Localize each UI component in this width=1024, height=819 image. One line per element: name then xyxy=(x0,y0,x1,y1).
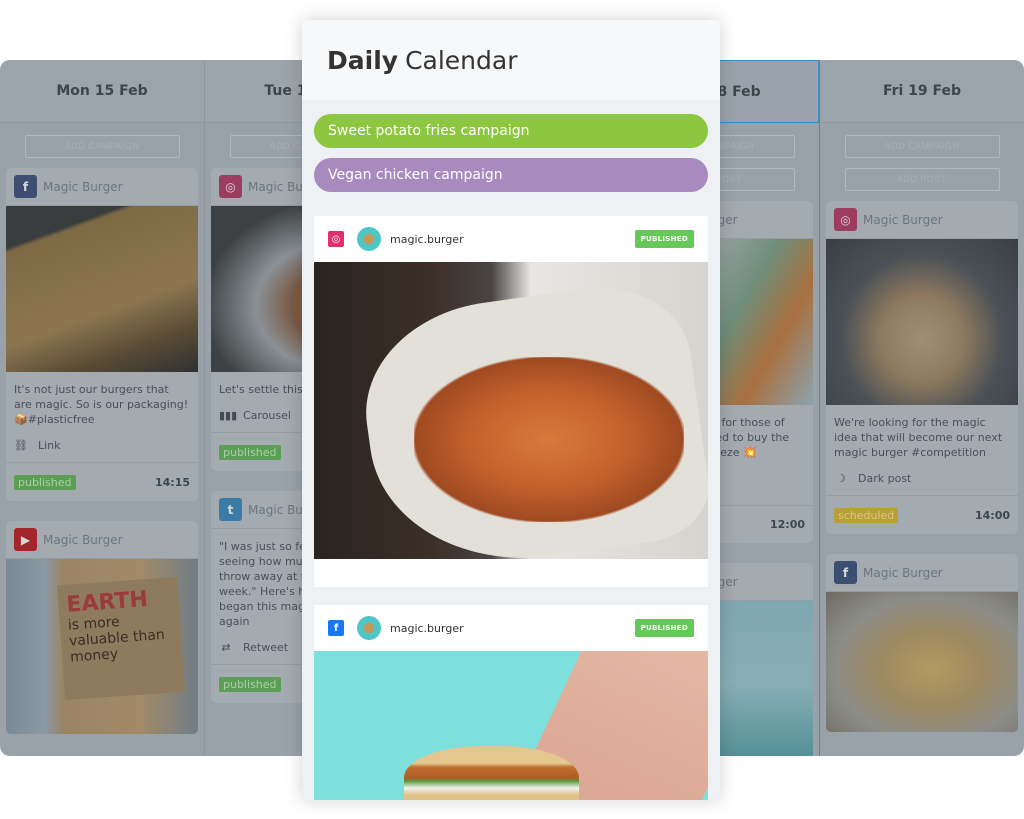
post-card[interactable]: ◎ Magic Burger We're looking for the mag… xyxy=(826,201,1018,534)
post-card[interactable]: f Magic Burger It's not just our burgers… xyxy=(6,168,198,501)
post-type-label: Carousel xyxy=(243,409,291,422)
twitter-icon: t xyxy=(219,498,242,521)
post-image xyxy=(826,592,1018,732)
account-name: Magic Burger xyxy=(43,179,123,194)
post-image xyxy=(314,651,708,800)
account-name: Magic Burger xyxy=(863,565,943,580)
instagram-icon: ◎ xyxy=(219,175,242,198)
day-header: Fri 19 Feb xyxy=(820,60,1024,123)
day-column-mon: Mon 15 Feb ADD CAMPAIGN f Magic Burger I… xyxy=(0,60,205,756)
post-time: 12:00 xyxy=(769,518,805,531)
title-rest: Calendar xyxy=(405,45,518,75)
sign-line: valuable than money xyxy=(68,626,166,666)
facebook-icon: f xyxy=(14,175,37,198)
day-header: Mon 15 Feb xyxy=(0,60,204,123)
status-badge: PUBLISHED xyxy=(634,230,694,248)
add-campaign-button[interactable]: ADD CAMPAIGN xyxy=(844,135,1000,158)
post-time: 14:15 xyxy=(154,475,190,489)
feed-post-card[interactable]: ◎ magic.burger PUBLISHED xyxy=(314,216,708,587)
status-badge: scheduled xyxy=(834,507,899,523)
post-text: We're looking for the magic idea that wi… xyxy=(834,416,1003,459)
post-card[interactable]: ▶ Magic Burger EARTH is more valuable th… xyxy=(6,521,198,734)
post-text: It's not just our burgers that are magic… xyxy=(14,383,189,426)
status-badge: published xyxy=(219,444,281,460)
facebook-icon: f xyxy=(328,620,344,636)
link-icon: ⛓ xyxy=(14,439,28,452)
account-name: Magic Burger xyxy=(43,532,123,547)
add-campaign-button[interactable]: ADD CAMPAIGN xyxy=(24,135,180,158)
instagram-icon: ◎ xyxy=(834,208,857,231)
add-post-button[interactable]: ADD POST xyxy=(844,168,1000,191)
avatar xyxy=(357,616,381,640)
account-name: Magic Burger xyxy=(863,212,943,227)
title-bold: Daily xyxy=(327,45,399,75)
post-image xyxy=(826,239,1018,405)
avatar xyxy=(357,227,381,251)
post-image xyxy=(6,206,198,372)
page-title: Daily Calendar xyxy=(302,20,720,100)
status-badge: PUBLISHED xyxy=(634,619,694,637)
username: magic.burger xyxy=(390,232,464,246)
status-badge: published xyxy=(14,474,76,490)
day-column-fri: Fri 19 Feb ADD CAMPAIGN ADD POST ◎ Magic… xyxy=(820,60,1024,756)
facebook-icon: f xyxy=(834,561,857,584)
username: magic.burger xyxy=(390,621,464,635)
feed-post-card[interactable]: f magic.burger PUBLISHED xyxy=(314,605,708,800)
status-badge: published xyxy=(219,676,281,692)
post-card[interactable]: f Magic Burger xyxy=(826,554,1018,732)
post-image xyxy=(314,262,708,559)
campaign-list: Sweet potato fries campaign Vegan chicke… xyxy=(302,100,720,192)
daily-calendar-panel: Daily Calendar Sweet potato fries campai… xyxy=(302,20,720,800)
retweet-icon: ⇄ xyxy=(221,641,231,654)
carousel-icon: ▮▮▮ xyxy=(219,409,238,422)
youtube-icon: ▶ xyxy=(14,528,37,551)
post-type-label: Dark post xyxy=(858,472,912,485)
post-time: 14:00 xyxy=(974,508,1010,522)
campaign-bar[interactable]: Sweet potato fries campaign xyxy=(314,114,708,148)
campaign-bar[interactable]: Vegan chicken campaign xyxy=(314,158,708,192)
moon-icon: ☽ xyxy=(836,472,846,485)
post-image: EARTH is more valuable than money xyxy=(6,559,198,734)
post-type-label: Retweet xyxy=(243,641,289,654)
post-type-label: Link xyxy=(38,439,61,452)
instagram-icon: ◎ xyxy=(328,231,344,247)
